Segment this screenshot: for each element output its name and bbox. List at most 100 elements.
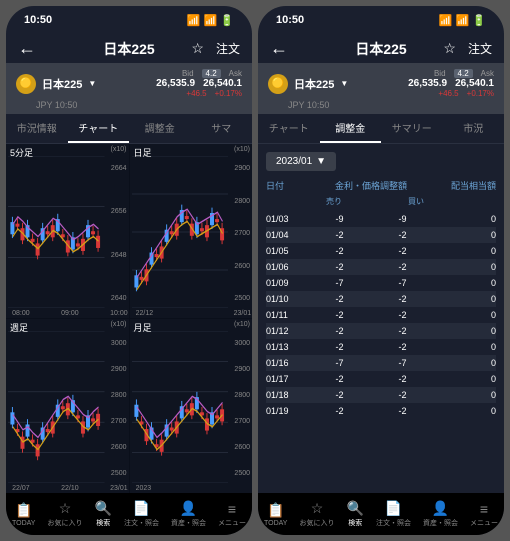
- table-row: 01/09-7-70: [266, 275, 496, 291]
- nav-注文・照会[interactable]: 📄注文・照会: [376, 500, 411, 528]
- cell-div: 0: [434, 406, 496, 416]
- charts-grid: 5分足(x10)264026482656266408:0009:0010:00日…: [6, 144, 252, 493]
- cell-date: 01/17: [266, 374, 308, 384]
- favorite-icon[interactable]: ☆: [443, 40, 456, 57]
- chart-日足[interactable]: 日足(x10)2500260027002800290022/1223/01: [130, 144, 253, 318]
- symbol-name[interactable]: 日本225: [294, 76, 334, 92]
- nav-label: 注文・照会: [124, 518, 159, 528]
- table-row: 01/13-2-20: [266, 339, 496, 355]
- nav-icon: ☆: [59, 500, 72, 517]
- nav-icon: ≡: [480, 501, 488, 517]
- chart-5分足[interactable]: 5分足(x10)264026482656266408:0009:0010:00: [6, 144, 129, 318]
- nav-注文・照会[interactable]: 📄注文・照会: [124, 500, 159, 528]
- cell-div: 0: [434, 390, 496, 400]
- nav-icon: 👤: [432, 500, 449, 517]
- chart-月足[interactable]: 月足(x10)2500260027002800290030002023: [130, 319, 253, 493]
- sub-info: JPY 10:50: [258, 100, 504, 114]
- tab-summary[interactable]: サマ: [191, 114, 253, 143]
- y-tick: 2648: [111, 252, 127, 259]
- cell-date: 01/13: [266, 342, 308, 352]
- cell-date: 01/04: [266, 230, 308, 240]
- header: ← 日本225 ☆ 注文: [6, 34, 252, 63]
- table-row: 01/10-2-20: [266, 291, 496, 307]
- chart-title: 週足: [10, 321, 28, 334]
- y-tick: 2900: [111, 366, 127, 373]
- nav-お気に入り[interactable]: ☆お気に入り: [47, 500, 82, 528]
- quotes: Bid 4.2 Ask 26,535.9 26,540.1 +46.5 +0.1…: [156, 69, 242, 98]
- symbol-name[interactable]: 日本225: [42, 76, 82, 92]
- nav-icon: ☆: [311, 500, 324, 517]
- cell-buy: -2: [371, 406, 434, 416]
- table-row: 01/16-7-70: [266, 355, 496, 371]
- tab-market[interactable]: 市況情報: [6, 114, 68, 143]
- chart-multiplier: (x10): [111, 321, 127, 328]
- cell-sell: -2: [308, 390, 371, 400]
- cell-date: 01/05: [266, 246, 308, 256]
- cell-div: 0: [434, 246, 496, 256]
- tab-market[interactable]: 市況: [443, 114, 505, 143]
- tab-adjust[interactable]: 調整金: [129, 114, 191, 143]
- table-subheader: 売り 買い: [266, 196, 496, 211]
- bottom-nav: 📋TODAY ☆お気に入り 🔍検索 📄注文・照会 👤資産・照会 ≡メニュー: [258, 493, 504, 535]
- nav-icon: 📋: [267, 502, 284, 519]
- back-icon[interactable]: ←: [270, 38, 288, 59]
- symbol-icon: 🟡: [16, 74, 36, 94]
- change-abs: +46.5: [438, 89, 458, 98]
- y-tick: 2800: [234, 392, 250, 399]
- y-tick: 2700: [234, 230, 250, 237]
- back-icon[interactable]: ←: [18, 38, 36, 59]
- cell-div: 0: [434, 294, 496, 304]
- tab-chart[interactable]: チャート: [258, 114, 320, 143]
- nav-icon: ≡: [228, 501, 236, 517]
- cell-sell: -2: [308, 310, 371, 320]
- nav-検索[interactable]: 🔍検索: [95, 500, 112, 528]
- nav-メニュー[interactable]: ≡メニュー: [218, 501, 246, 528]
- symbol-icon: 🟡: [268, 74, 288, 94]
- dropdown-icon[interactable]: ▼: [340, 79, 348, 88]
- nav-メニュー[interactable]: ≡メニュー: [470, 501, 498, 528]
- nav-label: メニュー: [218, 518, 246, 528]
- order-button[interactable]: 注文: [216, 40, 240, 57]
- ask-label: Ask: [481, 69, 494, 78]
- nav-TODAY[interactable]: 📋TODAY: [12, 502, 35, 527]
- y-tick: 2900: [234, 165, 250, 172]
- nav-TODAY[interactable]: 📋TODAY: [264, 502, 287, 527]
- nav-icon: 🔍: [347, 500, 364, 517]
- tab-adjust[interactable]: 調整金: [320, 114, 382, 143]
- adjustment-table: 2023/01▼ 日付 金利・価格調整額 配当相当額 売り 買い 01/03-9…: [258, 144, 504, 493]
- y-tick: 2600: [234, 263, 250, 270]
- favorite-icon[interactable]: ☆: [191, 40, 204, 57]
- status-time: 10:50: [24, 14, 52, 26]
- status-bar: 10:50 📶 📶 🔋: [258, 6, 504, 34]
- nav-label: メニュー: [470, 518, 498, 528]
- nav-icon: 👤: [180, 500, 197, 517]
- nav-資産・照会[interactable]: 👤資産・照会: [423, 500, 458, 528]
- nav-icon: 📋: [15, 502, 32, 519]
- cell-div: 0: [434, 214, 496, 224]
- cell-buy: -2: [371, 294, 434, 304]
- chart-週足[interactable]: 週足(x10)25002600270028002900300022/0722/1…: [6, 319, 129, 493]
- nav-資産・照会[interactable]: 👤資産・照会: [171, 500, 206, 528]
- nav-お気に入り[interactable]: ☆お気に入り: [299, 500, 334, 528]
- spread-badge: 4.2: [454, 69, 473, 78]
- nav-label: 検索: [96, 518, 110, 528]
- cell-buy: -2: [371, 230, 434, 240]
- chart-multiplier: (x10): [234, 146, 250, 153]
- tab-summary[interactable]: サマリー: [381, 114, 443, 143]
- tab-chart[interactable]: チャート: [68, 114, 130, 143]
- nav-検索[interactable]: 🔍検索: [347, 500, 364, 528]
- cell-sell: -7: [308, 358, 371, 368]
- order-button[interactable]: 注文: [468, 40, 492, 57]
- phone-left: 10:50 📶 📶 🔋 ← 日本225 ☆ 注文 🟡 日本225 ▼ Bid 4…: [6, 6, 252, 535]
- chart-multiplier: (x10): [234, 321, 250, 328]
- status-icons: 📶 📶 🔋: [439, 14, 486, 27]
- bid-label: Bid: [182, 69, 194, 78]
- cell-div: 0: [434, 358, 496, 368]
- date-selector[interactable]: 2023/01▼: [266, 152, 336, 171]
- cell-sell: -2: [308, 326, 371, 336]
- dropdown-icon[interactable]: ▼: [88, 79, 96, 88]
- cell-date: 01/06: [266, 262, 308, 272]
- nav-label: TODAY: [264, 520, 287, 527]
- bid-value: 26,535.9: [408, 78, 447, 89]
- nav-label: 資産・照会: [171, 518, 206, 528]
